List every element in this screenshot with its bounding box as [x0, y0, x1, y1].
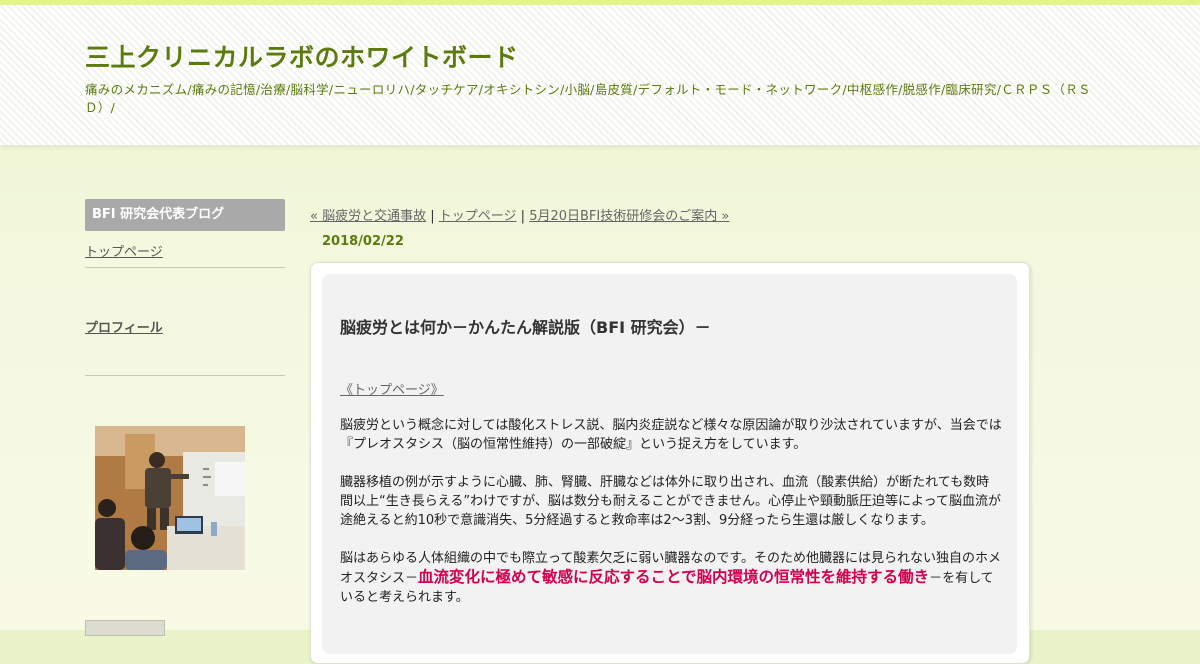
- post-date: 2018/02/22: [322, 234, 404, 249]
- sidebar: BFI 研究会代表ブログ トップページ プロフィール: [85, 199, 285, 636]
- entry-navigation: « 脳疲労と交通事故 | トップページ | 5月20日BFI技術研修会のご案内 …: [310, 205, 729, 224]
- prev-entry-link[interactable]: « 脳疲労と交通事故: [310, 209, 426, 224]
- post-body: 脳疲労とは何か－かんたん解説版（BFI 研究会）－ 《トップページ》 脳疲労とい…: [322, 274, 1017, 654]
- post-paragraph: 臓器移植の例が示すように心臓、肺、腎臓、肝臓などは体外に取り出され、血流（酸素供…: [340, 475, 1002, 528]
- post-title: 脳疲労とは何か－かんたん解説版（BFI 研究会）－: [340, 318, 711, 337]
- site-title[interactable]: 三上クリニカルラボのホワイトボード: [85, 38, 519, 74]
- post-paragraph: 脳はあらゆる人体組織の中でも際立って酸素欠乏に弱い臓器なのです。そのため他臓器に…: [340, 549, 1002, 607]
- sidebar-divider: [85, 267, 285, 268]
- sidebar-heading: BFI 研究会代表ブログ: [85, 199, 285, 231]
- sidebar-top-page-link[interactable]: トップページ: [85, 241, 163, 260]
- profile-photo[interactable]: [95, 426, 245, 570]
- next-entry-link[interactable]: 5月20日BFI技術研修会のご案内 »: [529, 209, 729, 224]
- calendar-widget[interactable]: [85, 620, 165, 636]
- nav-separator: |: [520, 209, 526, 224]
- post-container: 脳疲労とは何か－かんたん解説版（BFI 研究会）－ 《トップページ》 脳疲労とい…: [310, 262, 1030, 664]
- post-top-page-link[interactable]: 《トップページ》: [340, 379, 444, 398]
- sidebar-divider: [85, 375, 285, 376]
- home-link[interactable]: トップページ: [439, 209, 517, 224]
- post-paragraph: 脳疲労という概念に対しては酸化ストレス説、脳内炎症説など様々な原因論が取り沙汰さ…: [340, 418, 1002, 452]
- site-header: 三上クリニカルラボのホワイトボード 痛みのメカニズム/痛みの記憶/治療/脳科学/…: [0, 5, 1200, 146]
- lecture-photo-image: [95, 426, 245, 570]
- sidebar-profile-link[interactable]: プロフィール: [85, 317, 163, 336]
- site-description: 痛みのメカニズム/痛みの記憶/治療/脳科学/ニューロリハ/タッチケア/オキシトシ…: [85, 82, 1091, 115]
- highlighted-text: 血流変化に極めて敏感に反応することで脳内環境の恒常性を維持する働き: [418, 568, 930, 586]
- nav-separator: |: [430, 209, 435, 224]
